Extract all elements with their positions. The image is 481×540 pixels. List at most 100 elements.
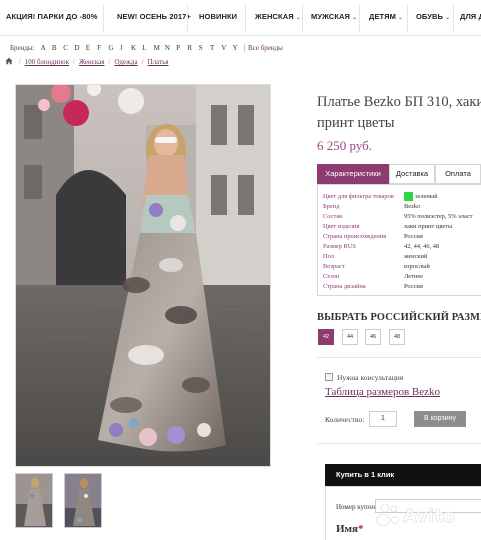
nav-item-label: НОВИНКИ bbox=[199, 12, 238, 21]
size-label: 44 bbox=[346, 334, 354, 340]
size-table-link[interactable]: Таблица размеров Bezko bbox=[325, 386, 440, 398]
top-navigation: АКЦИЯ! ПАРКИ ДО -80% NEW! ОСЕНЬ 2017+ НО… bbox=[0, 0, 481, 36]
size-option-46[interactable]: 46 bbox=[365, 329, 381, 345]
nav-item-sale[interactable]: АКЦИЯ! ПАРКИ ДО -80% bbox=[6, 12, 97, 21]
brand-letter[interactable]: F bbox=[97, 44, 108, 52]
nav-item-new-autumn[interactable]: NEW! ОСЕНЬ 2017+ bbox=[117, 12, 191, 21]
breadcrumb-separator: / bbox=[141, 58, 144, 66]
home-icon[interactable] bbox=[5, 57, 13, 65]
brand-letter[interactable]: V bbox=[221, 44, 232, 52]
nav-item-shoes[interactable]: ОБУВЬ ⌄ bbox=[416, 12, 450, 21]
spec-key: Страна дизайна bbox=[323, 283, 366, 290]
tab-label: Доставка bbox=[395, 169, 429, 178]
brand-letter[interactable]: T bbox=[210, 44, 221, 52]
brand-letter[interactable]: B bbox=[52, 44, 63, 52]
nav-item-women[interactable]: ЖЕНСКАЯ ⌄ bbox=[255, 12, 301, 21]
divider bbox=[317, 357, 481, 358]
nav-item-label: АКЦИЯ! ПАРКИ ДО -80% bbox=[6, 12, 98, 21]
quantity-input[interactable]: 1 bbox=[369, 411, 397, 427]
spec-value: Россия bbox=[404, 233, 423, 240]
nav-item-kids[interactable]: ДЕТЯМ ⌄ bbox=[369, 12, 403, 21]
spec-key: Возраст bbox=[323, 263, 345, 270]
brand-letter[interactable]: G bbox=[108, 44, 119, 52]
breadcrumb-link[interactable]: Платья bbox=[148, 58, 169, 66]
one-click-buy-header[interactable]: Купить в 1 клик bbox=[325, 464, 481, 486]
brand-letter[interactable]: E bbox=[86, 44, 97, 52]
size-option-42[interactable]: 42 bbox=[318, 329, 334, 345]
brand-letter[interactable]: J bbox=[120, 44, 131, 52]
breadcrumb-link[interactable]: Женская bbox=[79, 58, 105, 66]
nav-item-label: ДЕТЯМ bbox=[369, 12, 396, 21]
breadcrumb-link[interactable]: Одежда bbox=[114, 58, 137, 66]
product-thumbnail[interactable] bbox=[64, 473, 102, 528]
nav-item-men[interactable]: МУЖСКАЯ ⌄ bbox=[311, 12, 357, 21]
nav-item-label: NEW! ОСЕНЬ 2017+ bbox=[117, 12, 191, 21]
tab-payment[interactable]: Оплата bbox=[435, 164, 481, 184]
spec-value: 42, 44, 46, 48 bbox=[404, 243, 440, 250]
nav-item-label: ДЛЯ Д bbox=[460, 12, 481, 21]
quantity-label: Количество: bbox=[325, 415, 365, 424]
product-price: 6 250 руб. bbox=[317, 138, 373, 153]
nav-divider bbox=[187, 4, 188, 32]
consultation-checkbox[interactable] bbox=[325, 373, 333, 381]
brand-letter[interactable]: S bbox=[199, 44, 210, 52]
consultation-label: Нужна консультация bbox=[337, 373, 404, 382]
divider bbox=[317, 443, 481, 444]
thumbnail-image bbox=[16, 474, 52, 527]
breadcrumb: /100 блондинок / Женская / Одежда / Платья bbox=[5, 57, 169, 66]
product-main-image[interactable] bbox=[15, 84, 271, 467]
nav-divider bbox=[407, 4, 408, 32]
spec-value: хаки принт цветы bbox=[404, 223, 453, 230]
nav-item-home[interactable]: ДЛЯ Д bbox=[460, 12, 481, 21]
brand-letter[interactable]: L bbox=[142, 44, 153, 52]
spec-key: Состав bbox=[323, 213, 343, 220]
spec-value: взрослый bbox=[404, 263, 430, 270]
brand-letter[interactable]: Y bbox=[233, 44, 244, 52]
nav-divider bbox=[453, 4, 454, 32]
spec-key: Страна происхождения bbox=[323, 233, 387, 240]
tab-delivery[interactable]: Доставка bbox=[389, 164, 435, 184]
spec-value: 95% полиэстер, 5% эласт bbox=[404, 213, 473, 220]
brand-letter[interactable]: R bbox=[187, 44, 198, 52]
name-field-label: Имя* bbox=[336, 523, 364, 535]
product-photo bbox=[16, 85, 270, 466]
nav-item-label: МУЖСКАЯ bbox=[311, 12, 351, 21]
spec-value: зеленый bbox=[415, 193, 438, 200]
spec-key: Сезон bbox=[323, 273, 340, 280]
breadcrumb-separator: / bbox=[108, 58, 111, 66]
nav-divider bbox=[245, 4, 246, 32]
spec-key: Бренд bbox=[323, 203, 340, 210]
brand-letter[interactable]: C bbox=[63, 44, 74, 52]
nav-item-label: ОБУВЬ bbox=[416, 12, 444, 21]
all-brands-link[interactable]: Все бренды bbox=[243, 44, 283, 52]
brand-letter[interactable]: P bbox=[176, 44, 187, 52]
breadcrumb-separator: / bbox=[18, 58, 21, 66]
nav-item-new[interactable]: НОВИНКИ bbox=[199, 12, 237, 21]
size-label: 48 bbox=[393, 334, 401, 340]
breadcrumb-link[interactable]: 100 блондинок bbox=[25, 58, 69, 66]
size-label: 46 bbox=[369, 334, 377, 340]
svg-text:Avito: Avito bbox=[403, 506, 455, 527]
size-option-48[interactable]: 48 bbox=[389, 329, 405, 345]
brand-filter: Бренды: A B C D E F G J K L M N P R S T V Y Все бренды bbox=[10, 44, 283, 54]
brand-letter[interactable]: M bbox=[154, 44, 165, 52]
avito-watermark-logo: Avito bbox=[376, 503, 455, 527]
spec-key: Цвет для фильтра товаров bbox=[323, 193, 394, 200]
nav-divider bbox=[103, 4, 104, 32]
breadcrumb-separator: / bbox=[73, 58, 75, 66]
product-thumbnail[interactable] bbox=[15, 473, 53, 528]
nav-divider bbox=[359, 4, 360, 32]
size-option-44[interactable]: 44 bbox=[342, 329, 358, 345]
thumbnail-image bbox=[65, 474, 101, 527]
brand-letter[interactable]: A bbox=[41, 44, 52, 52]
spec-key: Пол bbox=[323, 253, 334, 260]
brand-letter[interactable]: D bbox=[74, 44, 85, 52]
brand-letter[interactable]: N bbox=[165, 44, 176, 52]
chevron-down-icon: ⌄ bbox=[295, 15, 301, 21]
tab-characteristics[interactable]: Характеристики bbox=[317, 164, 389, 184]
color-swatch bbox=[404, 192, 413, 201]
consultation-option[interactable]: Нужна консультация bbox=[325, 373, 403, 382]
brand-letter[interactable]: K bbox=[131, 44, 142, 52]
add-to-cart-button[interactable]: В корзину bbox=[414, 411, 466, 427]
spec-value: Летнее bbox=[404, 273, 424, 280]
